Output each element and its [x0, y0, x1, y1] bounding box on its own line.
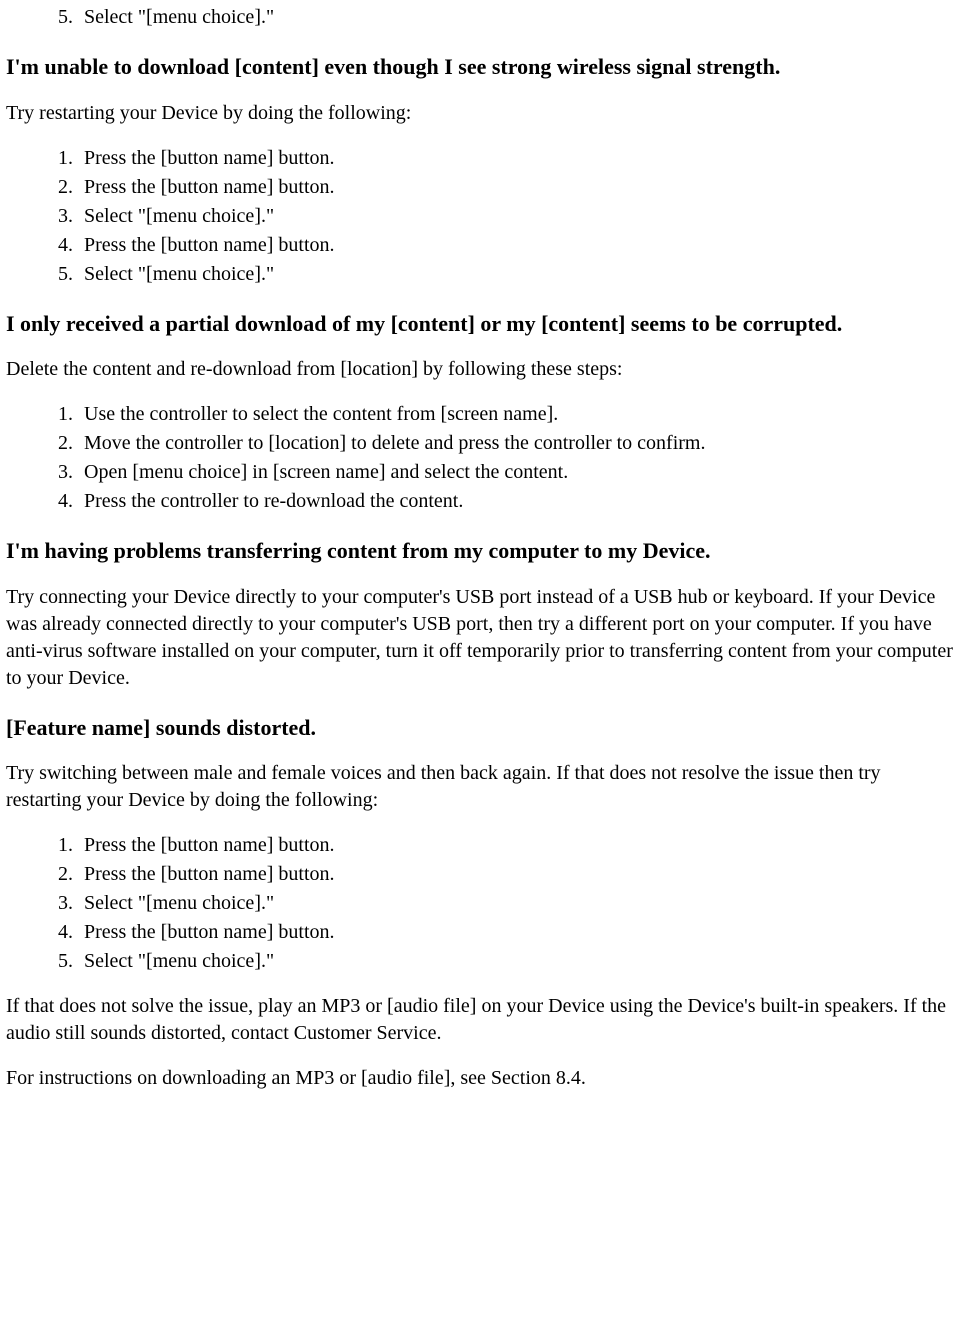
steps-list: Press the [button name] button. Press th… — [6, 145, 960, 288]
list-item: Press the [button name] button. — [78, 861, 960, 888]
section-intro: Try connecting your Device directly to y… — [6, 584, 960, 692]
list-item: Press the [button name] button. — [78, 145, 960, 172]
list-item: Select "[menu choice]." — [78, 261, 960, 288]
section-heading: [Feature name] sounds distorted. — [6, 714, 960, 743]
section-after-paragraph: For instructions on downloading an MP3 o… — [6, 1065, 960, 1092]
section-heading: I only received a partial download of my… — [6, 310, 960, 339]
list-item: Use the controller to select the content… — [78, 401, 960, 428]
section-heading: I'm unable to download [content] even th… — [6, 53, 960, 82]
steps-list: Press the [button name] button. Press th… — [6, 832, 960, 975]
list-item: Press the [button name] button. — [78, 232, 960, 259]
section-after-paragraph: If that does not solve the issue, play a… — [6, 993, 960, 1047]
list-item: Press the [button name] button. — [78, 174, 960, 201]
list-item: Select "[menu choice]." — [78, 948, 960, 975]
section-intro: Try switching between male and female vo… — [6, 760, 960, 814]
top-fragment-list: Select "[menu choice]." — [6, 4, 960, 31]
list-item: Select "[menu choice]." — [78, 890, 960, 917]
section-intro: Try restarting your Device by doing the … — [6, 100, 960, 127]
section-heading: I'm having problems transferring content… — [6, 537, 960, 566]
list-item: Press the controller to re-download the … — [78, 488, 960, 515]
list-item: Press the [button name] button. — [78, 832, 960, 859]
steps-list: Use the controller to select the content… — [6, 401, 960, 515]
list-item: Select "[menu choice]." — [78, 4, 960, 31]
section-intro: Delete the content and re-download from … — [6, 356, 960, 383]
list-item: Open [menu choice] in [screen name] and … — [78, 459, 960, 486]
list-item: Move the controller to [location] to del… — [78, 430, 960, 457]
list-item: Select "[menu choice]." — [78, 203, 960, 230]
list-item: Press the [button name] button. — [78, 919, 960, 946]
